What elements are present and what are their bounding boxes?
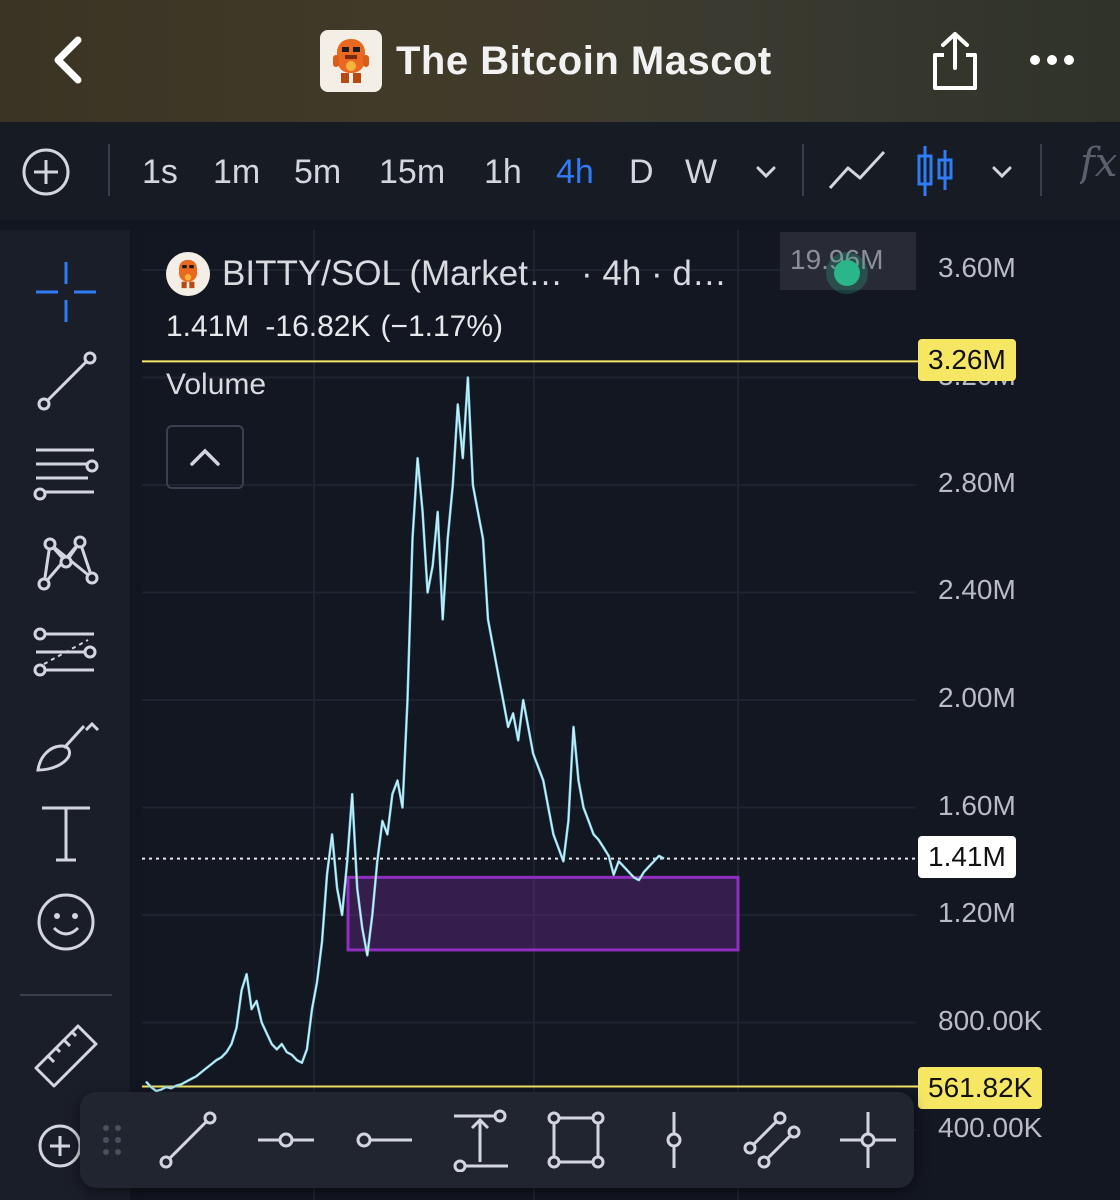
legend-price: 1.41M <box>166 310 250 343</box>
more-icon <box>1030 55 1074 65</box>
pattern-tool[interactable] <box>30 526 102 598</box>
interval-dropdown-button[interactable] <box>752 160 780 184</box>
emoji-icon <box>37 893 95 951</box>
cross-line-icon <box>840 1112 896 1168</box>
more-options-button[interactable] <box>1026 45 1078 75</box>
brush-icon <box>36 721 100 772</box>
current-price-tag: 1.41M <box>918 836 1016 878</box>
symbol-avatar <box>166 252 210 296</box>
brush-tool[interactable] <box>30 706 102 778</box>
vertical-line-button[interactable] <box>642 1108 706 1172</box>
horizontal-ray-icon <box>258 1132 314 1148</box>
indicators-button[interactable]: fx <box>1080 140 1120 200</box>
axis-tick-label: 2.00M <box>938 682 1016 713</box>
avatar <box>320 30 382 92</box>
page-title: The Bitcoin Mascot <box>396 38 772 83</box>
emoji-tool[interactable] <box>30 886 102 958</box>
legend-symbol: BITTY/SOL (Market… <box>222 254 563 293</box>
price-levels <box>142 360 918 1088</box>
interval-15m[interactable]: 15m <box>379 150 445 194</box>
share-button[interactable] <box>928 30 982 92</box>
fib-lines-icon <box>33 448 99 501</box>
ruler-icon <box>34 1024 98 1088</box>
price-range-button[interactable] <box>448 1108 512 1173</box>
line-chart-icon <box>828 150 886 190</box>
projection-icon <box>33 627 97 677</box>
interval-5m[interactable]: 5m <box>294 150 341 194</box>
back-button[interactable] <box>42 30 102 90</box>
mascot-icon <box>179 259 197 289</box>
support-zone <box>346 875 740 952</box>
horizontal-line-icon <box>356 1132 412 1148</box>
legend-change-pct: (−1.17%) <box>380 310 504 343</box>
mascot-icon <box>333 39 369 83</box>
toolbar-divider <box>1040 144 1042 196</box>
upper-level-tag[interactable]: 3.26M <box>918 339 1016 381</box>
toolbar-divider <box>802 144 804 196</box>
trend-line-draw-button[interactable] <box>156 1108 220 1172</box>
rectangle-icon <box>547 1111 605 1169</box>
toolbar-divider <box>108 144 110 196</box>
interval-w[interactable]: W <box>685 150 717 194</box>
text-icon <box>42 806 90 862</box>
interval-4h[interactable]: 4h <box>556 150 594 194</box>
function-icon: fx <box>1080 140 1118 186</box>
chevron-down-icon <box>756 166 776 179</box>
line-chart-type-button[interactable] <box>826 146 888 194</box>
vertical-line-icon <box>666 1112 682 1168</box>
projection-tool[interactable] <box>30 616 102 688</box>
plus-circle-icon <box>22 148 70 196</box>
crosshair-tool[interactable] <box>30 256 102 328</box>
axis-tick-label: 2.40M <box>938 574 1016 605</box>
price-range-icon <box>453 1109 508 1173</box>
chart-legend[interactable]: BITTY/SOL (Market… · 4h · d… <box>166 248 727 300</box>
interval-1m[interactable]: 1m <box>213 150 260 194</box>
axis-tick-label: 800.00K <box>938 1005 1043 1036</box>
axis-tick-label: 2.80M <box>938 467 1016 498</box>
add-indicator-button[interactable] <box>20 146 72 198</box>
axis-tick-label: 400.00K <box>938 1112 1043 1143</box>
axis-tick-label: 1.60M <box>938 790 1016 821</box>
chevron-left-icon <box>54 36 82 84</box>
drag-handle[interactable] <box>100 1122 124 1158</box>
collapse-legend-button[interactable] <box>166 425 244 489</box>
interval-1s[interactable]: 1s <box>142 150 178 194</box>
trend-line-icon <box>37 351 97 411</box>
tools-divider <box>20 994 112 996</box>
rectangle-button[interactable] <box>544 1108 608 1172</box>
trend-line-tool[interactable] <box>30 346 102 418</box>
status-dot <box>834 260 860 286</box>
text-tool[interactable] <box>30 796 102 868</box>
interval-d[interactable]: D <box>629 150 654 194</box>
horizontal-line-button[interactable] <box>352 1108 416 1172</box>
horizontal-ray-button[interactable] <box>254 1108 318 1172</box>
trend-line-tool-icon <box>159 1111 217 1169</box>
axis-tick-label: 1.20M <box>938 897 1016 928</box>
axis-tick-label: 3.60M <box>938 252 1016 283</box>
drag-handle-icon <box>103 1125 121 1155</box>
lower-level-tag[interactable]: 561.82K <box>918 1067 1043 1109</box>
crosshair-icon <box>36 262 96 322</box>
pattern-icon <box>37 535 99 591</box>
chevron-up-icon <box>190 448 220 466</box>
ruler-tool[interactable] <box>30 1020 102 1092</box>
legend-change: -16.82K <box>265 310 371 343</box>
fib-tool[interactable] <box>30 436 102 508</box>
candle-chart-type-button[interactable] <box>914 144 956 198</box>
parallel-channel-icon <box>743 1111 801 1169</box>
chevron-down-icon <box>992 166 1012 179</box>
candlestick-icon <box>917 146 953 196</box>
chart-type-dropdown-button[interactable] <box>988 160 1016 184</box>
support-zone-rect <box>346 875 740 952</box>
volume-label[interactable]: Volume <box>166 368 266 402</box>
legend-interval: · 4h · d… <box>580 254 727 293</box>
interval-1h[interactable]: 1h <box>484 150 522 194</box>
share-icon <box>933 32 977 90</box>
page-title-group: The Bitcoin Mascot <box>320 30 772 92</box>
cross-line-button[interactable] <box>836 1108 900 1172</box>
parallel-channel-button[interactable] <box>740 1108 804 1172</box>
legend-values: 1.41M -16.82K (−1.17%) <box>166 310 519 344</box>
